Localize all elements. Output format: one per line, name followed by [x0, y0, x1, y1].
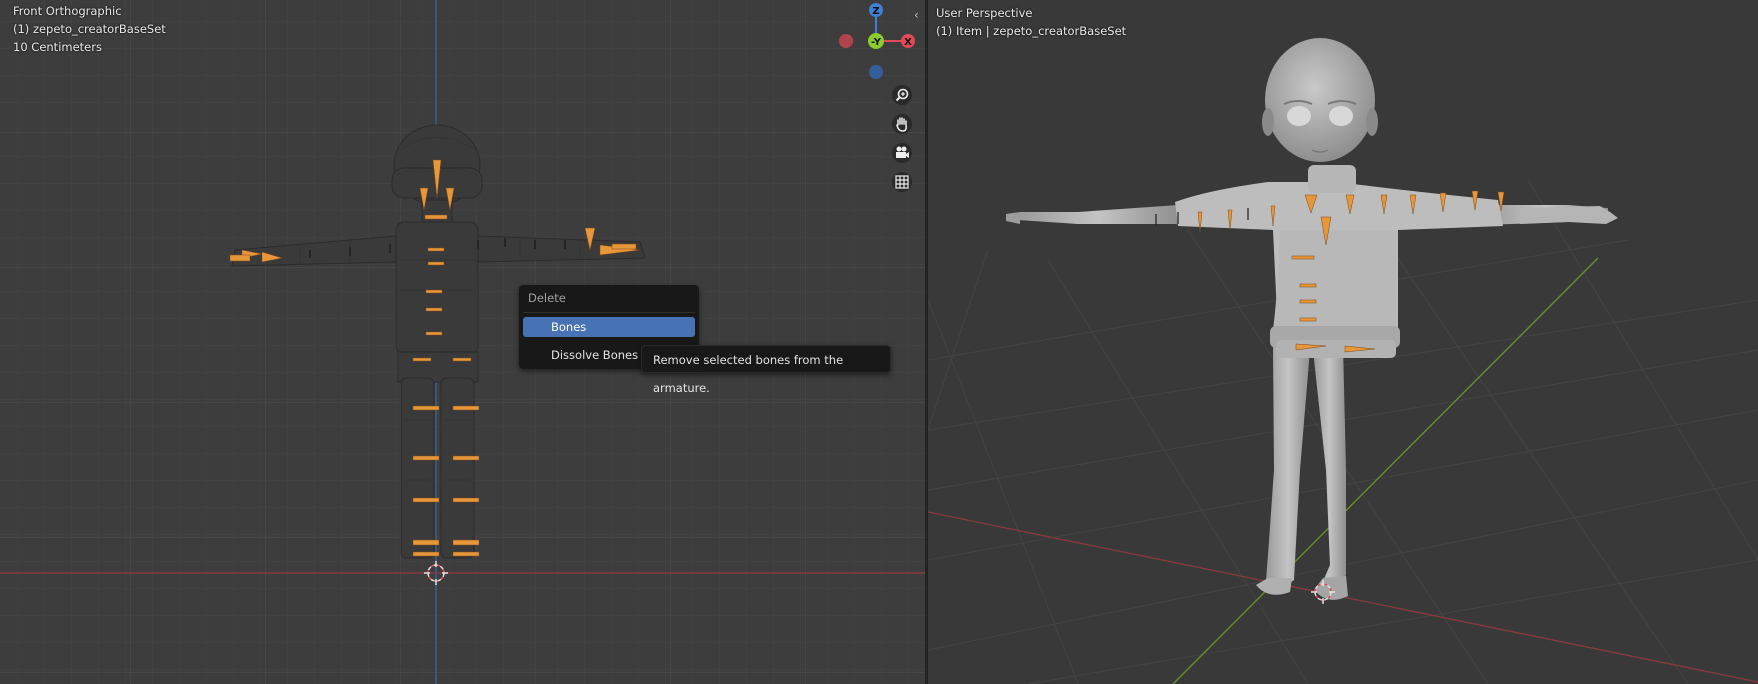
viewport-info-left: Front Orthographic (1) zepeto_creatorBas…	[13, 2, 166, 56]
collection-label: (1) Item | zepeto_creatorBaseSet	[936, 24, 1127, 38]
grid-icon[interactable]	[889, 169, 915, 195]
ortho-grid	[0, 0, 925, 684]
collapse-toggle-icon[interactable]: ‹	[914, 8, 919, 22]
navigation-gizmo[interactable]: Z X -Y	[836, 0, 916, 84]
menu-item-label: Dissolve Bones	[551, 348, 639, 362]
menu-item-bones[interactable]: Bones	[523, 317, 695, 337]
gizmo-z-label: Z	[872, 6, 879, 17]
user-perspective-viewport[interactable]: User Perspective (1) Item | zepeto_creat…	[928, 0, 1758, 684]
view-name: User Perspective	[936, 6, 1033, 20]
collection-label: (1) zepeto_creatorBaseSet	[13, 22, 166, 36]
scale-label: 10 Centimeters	[13, 40, 102, 54]
view-name: Front Orthographic	[13, 4, 122, 18]
menu-item-label: Bones	[551, 320, 587, 334]
perspective-scene	[928, 38, 1758, 684]
menu-separator	[523, 312, 695, 313]
viewport-info-right: User Perspective (1) Item | zepeto_creat…	[936, 4, 1126, 40]
hand-pan-icon[interactable]	[889, 111, 915, 137]
gizmo-neg-z-axis	[869, 65, 883, 79]
tooltip: Remove selected bones from the armature.	[641, 345, 891, 395]
gizmo-y-label: -Y	[871, 37, 882, 48]
menu-title: Delete	[528, 291, 566, 305]
gizmo-neg-x-axis	[839, 34, 853, 48]
blender-window: Front Orthographic (1) zepeto_creatorBas…	[0, 0, 1758, 684]
zoom-icon[interactable]	[889, 82, 915, 108]
gizmo-x-label: X	[904, 37, 912, 48]
camera-icon[interactable]	[889, 140, 915, 166]
front-orthographic-viewport[interactable]: Front Orthographic (1) zepeto_creatorBas…	[0, 0, 925, 684]
